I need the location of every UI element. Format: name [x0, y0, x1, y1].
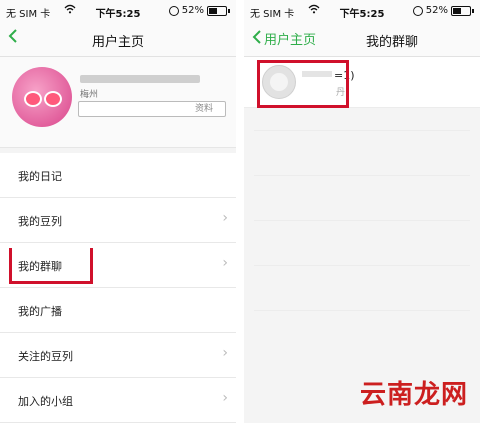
status-bar: 无 SIM 卡 下午5:25 52%: [244, 0, 480, 22]
menu-item-label: 我的广播: [18, 305, 62, 318]
chevron-right-icon: ›: [222, 390, 228, 406]
battery-percent: 52%: [425, 5, 448, 16]
page-title: 我的群聊: [365, 35, 418, 50]
battery-percent: 52%: [181, 5, 204, 16]
menu-item-label: 我的日记: [18, 170, 62, 183]
menu-item-label: 我的豆列: [18, 215, 62, 228]
username-redacted: [80, 75, 200, 83]
profile-header: 梅州 资料: [0, 57, 236, 148]
chevron-right-icon: ›: [222, 210, 228, 226]
battery-icon: [451, 5, 471, 16]
chevron-left-icon: [252, 29, 262, 48]
highlight-box: [9, 248, 93, 284]
chevron-right-icon: ›: [222, 255, 228, 271]
chevron-right-icon: ›: [222, 345, 228, 361]
battery-icon: [207, 5, 227, 16]
rotation-lock-icon: [412, 5, 423, 16]
rotation-lock-icon: [168, 5, 179, 16]
highlight-box: [257, 60, 349, 108]
menu-item-label: 关注的豆列: [18, 350, 73, 363]
status-bar: 无 SIM 卡 下午5:25 52%: [0, 0, 236, 22]
watermark-logo: 云南龙网: [359, 380, 468, 410]
menu-item-label: 加入的小组: [18, 395, 73, 408]
profile-menu: 我的日记 我的豆列 › 我的群聊 › 我的广播 关注的豆列 › 加入的小组 ›: [0, 153, 236, 423]
profile-location: 梅州: [80, 90, 99, 100]
menu-item[interactable]: 加入的小组 ›: [0, 378, 236, 423]
menu-item[interactable]: 我的日记: [0, 153, 236, 198]
menu-item[interactable]: 关注的豆列 ›: [0, 333, 236, 378]
left-screen: 无 SIM 卡 下午5:25 52% 用户主页 梅州 资料 我的日记 我的豆列 › 我…: [0, 0, 236, 423]
avatar[interactable]: [12, 67, 72, 127]
battery-indicator: 52%: [412, 5, 474, 16]
nav-bar: 用户主页: [0, 22, 236, 57]
menu-item[interactable]: 我的豆列 ›: [0, 198, 236, 243]
battery-indicator: 52%: [168, 5, 230, 16]
menu-item[interactable]: 我的广播: [0, 288, 236, 333]
right-screen: 无 SIM 卡 下午5:25 52% 用户主页 我的群聊 =1) 丹: [244, 0, 480, 423]
edit-profile-button[interactable]: 资料: [78, 101, 226, 117]
nav-bar: 用户主页 我的群聊: [244, 22, 480, 57]
page-title: 用户主页: [91, 35, 144, 50]
